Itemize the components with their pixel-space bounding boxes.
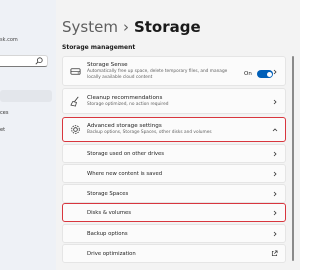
where-new-content-is-saved-row[interactable]: Where new content is saved (62, 164, 286, 183)
chevron-right-icon (273, 231, 277, 237)
settings-window: sk.com ces et System › Storage Storage man… (0, 0, 300, 270)
storage-sense-toggle[interactable] (257, 70, 273, 78)
breadcrumb-system[interactable]: System (62, 18, 118, 36)
advanced-storage-settings-row[interactable]: Advanced storage settings Backup options… (62, 117, 286, 142)
sidebar: sk.com ces et (0, 0, 56, 270)
storage-drive-icon (70, 68, 81, 75)
search-icon (35, 57, 43, 65)
sub-item-label: Storage Spaces (87, 191, 129, 197)
toggle-knob (266, 71, 272, 77)
broom-icon (70, 96, 79, 107)
storage-sense-description: Automatically free up space, delete temp… (87, 69, 228, 80)
chevron-right-icon (273, 210, 277, 216)
storage-sense-title: Storage Sense (87, 62, 128, 68)
breadcrumb-separator: › (122, 18, 129, 36)
chevron-right-icon (273, 151, 277, 157)
section-title-storage-management: Storage management (62, 44, 136, 51)
advanced-storage-description: Backup options, Storage Spaces, other di… (87, 130, 212, 135)
storage-sense-toggle-label: On (244, 71, 252, 77)
storage-sense-row[interactable]: Storage Sense Automatically free up spac… (62, 56, 286, 86)
sub-item-label: Storage used on other drives (87, 151, 165, 157)
sub-item-label: Backup options (87, 231, 128, 237)
cleanup-title: Cleanup recommendations (87, 95, 163, 101)
chevron-up-icon (272, 128, 278, 132)
sub-item-label: Disks & volumes (87, 210, 132, 216)
scrollbar[interactable] (292, 56, 294, 261)
chevron-right-icon (273, 69, 277, 75)
chevron-right-icon (273, 191, 277, 197)
account-email: sk.com (0, 37, 18, 43)
page-title: Storage (133, 18, 201, 36)
sidebar-item-system-selected[interactable] (0, 90, 52, 102)
chevron-right-icon (273, 171, 277, 177)
main-content: System › Storage Storage management Storag… (56, 0, 300, 270)
breadcrumb: System › Storage (62, 18, 201, 36)
cleanup-recommendations-row[interactable]: Cleanup recommendations Storage optimize… (62, 88, 286, 114)
sub-item-label: Drive optimization (87, 251, 136, 257)
find-setting-search-box[interactable] (0, 55, 48, 67)
chevron-right-icon (273, 99, 277, 105)
gear-icon (71, 125, 80, 134)
sidebar-item-devices[interactable]: ces (0, 110, 8, 116)
storage-spaces-row[interactable]: Storage Spaces (62, 184, 286, 203)
open-external-icon (271, 250, 278, 257)
storage-used-on-other-drives-row[interactable]: Storage used on other drives (62, 144, 286, 163)
sidebar-item-network[interactable]: et (0, 127, 5, 133)
advanced-storage-title: Advanced storage settings (87, 123, 162, 129)
backup-options-row[interactable]: Backup options (62, 224, 286, 243)
disks-and-volumes-row[interactable]: Disks & volumes (62, 203, 286, 222)
cleanup-description: Storage optimized, no action required (87, 102, 169, 107)
sub-item-label: Where new content is saved (87, 171, 163, 177)
drive-optimization-row[interactable]: Drive optimization (62, 244, 286, 263)
